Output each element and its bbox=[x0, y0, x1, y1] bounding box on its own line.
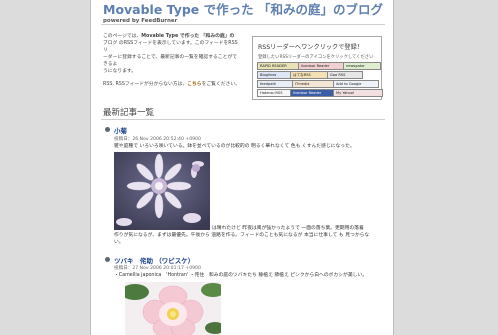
post-title-2[interactable]: ツバキ 侘助 （ワビスケ） bbox=[114, 255, 194, 265]
rss-reader-button[interactable]: はてなRSS bbox=[290, 71, 330, 79]
header-divider bbox=[101, 24, 385, 25]
rss-box-title: RSSリーダーへワンクリックで登録！ bbox=[258, 44, 363, 51]
help-link[interactable]: こちら bbox=[187, 82, 201, 87]
rss-reader-button[interactable]: feedpath bbox=[257, 80, 295, 88]
post-bullet-icon bbox=[105, 257, 110, 262]
intro-line3: ーダーに登録することで、最新記事の一覧を確認することができるよ bbox=[103, 55, 237, 67]
intro-text: このページでは、Movable Type で作った 「和みの庭」の ブログ のR… bbox=[103, 33, 241, 94]
post-title-link-2[interactable]: ツバキ 侘助 （ワビスケ） bbox=[114, 257, 194, 265]
page-content: Movable Type で作った 「和みの庭」のブログ powered by … bbox=[90, 0, 394, 335]
rss-reader-button[interactable]: RAPID READER bbox=[257, 62, 301, 70]
intro-line1: このページでは、 bbox=[103, 34, 142, 39]
rss-box-subtitle: 登録したいRSSリーダーのアイコンをクリックしてください bbox=[258, 55, 374, 60]
rss-reader-button[interactable]: Add to Google bbox=[333, 80, 379, 88]
post-meta-2: 投稿日：27 Nov 2006 20:01:17 +0900 bbox=[114, 266, 201, 271]
rss-reader-button[interactable]: livedoor Reader bbox=[298, 62, 346, 70]
rss-reader-button[interactable]: ITmedia bbox=[292, 80, 336, 88]
section-divider bbox=[101, 119, 385, 120]
post-text-1b: は晴れたけど 昨夜は風が強かったようで 一面の落ち葉。更期用の落着 bbox=[212, 226, 364, 231]
post-title-1[interactable]: 小菊 bbox=[114, 125, 127, 135]
camellia-photo[interactable] bbox=[125, 282, 221, 335]
rss-reader-button[interactable]: Hatena::RSS bbox=[257, 89, 293, 97]
post-text-1c: 作りが気になるが、まずは最優先。午後から 道路を作る。フィードのことも気になるが… bbox=[114, 233, 370, 238]
post-bullet-icon bbox=[105, 127, 110, 132]
intro-line5: RSS, RSSフィードが分からない方は、 bbox=[103, 82, 188, 87]
intro-line4: うになります。 bbox=[103, 69, 137, 74]
rss-reader-button[interactable]: newsgator bbox=[343, 62, 381, 70]
post-text-2a: ・Camellia japonica 'Hontran' ・侘住 和みの庭のツバ… bbox=[114, 273, 368, 278]
rss-reader-button[interactable]: Bloglines bbox=[257, 71, 293, 79]
blog-title[interactable]: Movable Type で作った 「和みの庭」のブログ bbox=[103, 2, 385, 18]
rss-reader-button[interactable]: livedoor Reader bbox=[290, 89, 336, 97]
post-text-1d: い。 bbox=[114, 240, 124, 245]
intro-line2: ブログ のRSSフィードを表示しています。このフィードをRSSリ bbox=[103, 41, 238, 53]
latest-posts-heading: 最新記事一覧 bbox=[103, 108, 155, 118]
intro-line1-bold: Movable Type で作った 「和みの庭」の bbox=[141, 34, 235, 39]
post-title-link-1[interactable]: 小菊 bbox=[114, 127, 127, 135]
rss-subscribe-box: RSSリーダーへワンクリックで登録！ 登録したいRSSリーダーのアイコンをクリッ… bbox=[252, 36, 383, 100]
intro-line5-end: をご覧ください。 bbox=[201, 82, 240, 87]
post-meta-1: 投稿日：26 Nov 2006 20:52:40 +0900 bbox=[114, 137, 201, 142]
rss-reader-button[interactable]: My Yahoo! bbox=[333, 89, 383, 97]
chrysanthemum-photo[interactable] bbox=[114, 152, 210, 230]
post-text-1a: 雑や庭種で いろいろ咲いている。鉢を並べているのが比較的の 明るく華れなくて 色… bbox=[114, 144, 355, 149]
blog-header: Movable Type で作った 「和みの庭」のブログ powered by … bbox=[103, 2, 385, 25]
rss-reader-button[interactable]: Goo RSS bbox=[327, 71, 363, 79]
